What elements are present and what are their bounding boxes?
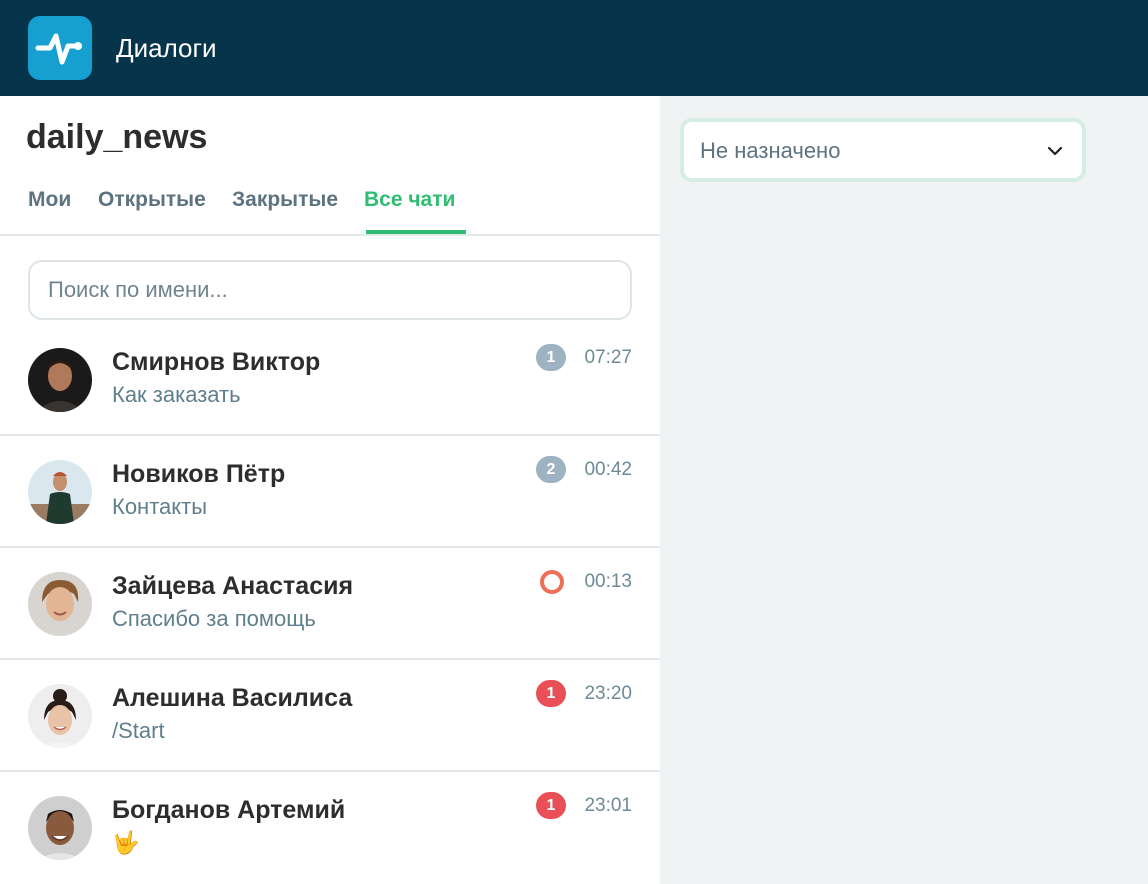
- tab-all-chats[interactable]: Все чати: [364, 188, 455, 212]
- tab-open[interactable]: Открытые: [98, 188, 206, 212]
- unread-badge: 1: [536, 680, 566, 707]
- contact-name: Зайцева Анастасия: [112, 572, 354, 600]
- contact-name: Богданов Артемий: [112, 796, 346, 824]
- avatar: [28, 796, 92, 860]
- message-time: 00:42: [584, 459, 632, 480]
- chat-row[interactable]: Богданов Артемий 🤟 1 23:01: [0, 772, 660, 884]
- contact-name: Новиков Пётр: [112, 460, 286, 488]
- message-preview: /Start: [112, 718, 165, 743]
- message-time: 07:27: [584, 347, 632, 368]
- avatar: [28, 684, 92, 748]
- channel-name: daily_news: [26, 118, 208, 156]
- message-preview: 🤟: [112, 830, 140, 855]
- avatar: [28, 572, 92, 636]
- chat-row[interactable]: Новиков Пётр Контакты 2 00:42: [0, 436, 660, 548]
- message-preview: Как заказать: [112, 382, 241, 407]
- active-tab-indicator: [366, 230, 466, 234]
- assignee-selected-value: Не назначено: [700, 138, 841, 163]
- chat-row[interactable]: Смирнов Виктор Как заказать 1 07:27: [0, 324, 660, 436]
- top-bar: Диалоги: [0, 0, 1148, 96]
- chat-row[interactable]: Алешина Василиса /Start 1 23:20: [0, 660, 660, 772]
- assignee-select[interactable]: Не назначено: [680, 118, 1086, 182]
- pulse-logo-icon[interactable]: [28, 16, 92, 80]
- chat-list: Смирнов Виктор Как заказать 1 07:27 Нови…: [0, 324, 660, 884]
- unread-badge: 1: [536, 344, 566, 371]
- contact-name: Алешина Василиса: [112, 684, 353, 712]
- tab-mine[interactable]: Мои: [28, 188, 71, 212]
- contact-name: Смирнов Виктор: [112, 348, 321, 376]
- unread-badge: 1: [536, 792, 566, 819]
- app-title: Диалоги: [116, 33, 217, 63]
- avatar: [28, 460, 92, 524]
- chat-filter-tabs: Мои Открытые Закрытые Все чати: [0, 184, 660, 236]
- chat-list-panel: daily_news Мои Открытые Закрытые Все чат…: [0, 96, 660, 884]
- message-time: 23:01: [584, 795, 632, 816]
- chevron-down-icon: [1047, 146, 1063, 156]
- chat-row[interactable]: Зайцева Анастасия Спасибо за помощь 00:1…: [0, 548, 660, 660]
- pending-status-icon: [540, 570, 564, 594]
- avatar: [28, 348, 92, 412]
- message-preview: Контакты: [112, 494, 208, 519]
- message-preview: Спасибо за помощь: [112, 606, 316, 631]
- message-time: 23:20: [584, 683, 632, 704]
- message-time: 00:13: [584, 571, 632, 592]
- search-input[interactable]: [28, 260, 632, 320]
- unread-badge: 2: [536, 456, 566, 483]
- tab-closed[interactable]: Закрытые: [232, 188, 338, 212]
